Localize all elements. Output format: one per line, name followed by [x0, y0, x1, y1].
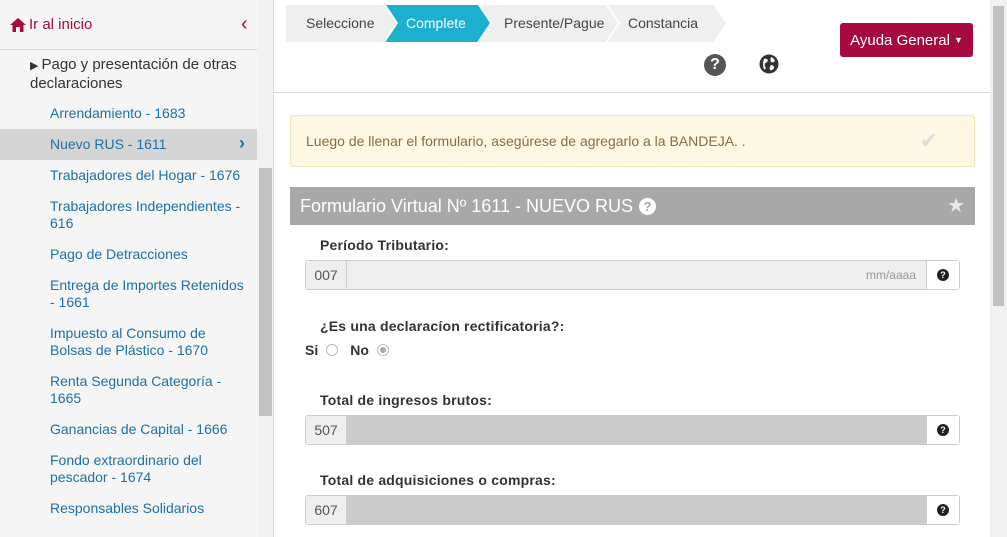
question-circle-icon: ? — [937, 424, 949, 436]
sidebar-item[interactable]: Impuesto al Consumo de Bolsas de Plástic… — [0, 318, 257, 366]
ayuda-general-button[interactable]: Ayuda General ▼ — [840, 23, 973, 57]
sidebar-item-label: Ganancias de Capital - 1666 — [50, 421, 228, 437]
adquisiciones-label: Total de adquisiciones o compras: — [320, 472, 556, 488]
home-icon — [10, 17, 26, 32]
periodo-label: Período Tributario: — [320, 237, 450, 253]
question-circle-icon[interactable]: ? — [704, 54, 726, 76]
ingresos-input[interactable] — [347, 416, 926, 444]
home-link[interactable]: Ir al inicio — [10, 16, 92, 33]
sidebar-item[interactable]: Arrendamiento - 1683 — [0, 98, 257, 129]
form-title: Formulario Virtual Nº 1611 - NUEVO RUS — [300, 196, 634, 216]
periodo-code: 007 — [306, 261, 347, 289]
alert-message: Luego de llenar el formulario, asegúrese… — [306, 133, 746, 149]
sidebar-item[interactable]: Fondo extraordinario del pescador - 1674 — [0, 445, 257, 493]
wizard-step-constancia[interactable]: Constancia — [608, 5, 726, 42]
main-content: Seleccione Complete Presente/Pague Const… — [274, 0, 990, 537]
sidebar-scrollbar-thumb[interactable] — [259, 168, 272, 416]
sidebar-item-label: Pago de Detracciones — [50, 246, 188, 262]
sidebar-item-label: Nuevo RUS - 1611 — [50, 136, 167, 152]
sidebar-item[interactable]: Nuevo RUS - 1611 › — [0, 129, 257, 160]
sidebar-item-label: Arrendamiento - 1683 — [50, 105, 186, 121]
periodo-input[interactable]: mm/aaaa — [347, 261, 926, 289]
sidebar: Ir al inicio ‹ ▶ Pago y presentación de o… — [0, 0, 274, 537]
divider — [274, 92, 990, 93]
periodo-help-button[interactable]: ? — [926, 261, 959, 289]
ingresos-label: Total de ingresos brutos: — [320, 392, 492, 408]
chevron-right-icon: › — [239, 133, 245, 153]
chevron-left-icon[interactable]: ‹ — [241, 14, 248, 34]
globe-icon[interactable] — [759, 54, 779, 74]
rectificatoria-label: ¿Es una declaracíon rectificatoria?: — [320, 318, 565, 334]
sidebar-item-label: Renta Segunda Categoría - 1665 — [50, 373, 222, 406]
question-circle-icon: ? — [937, 504, 949, 516]
sidebar-header: Ir al inicio ‹ — [0, 0, 273, 50]
sidebar-item-label: Entrega de Importes Retenidos - 1661 — [50, 277, 244, 310]
sidebar-item[interactable]: Trabajadores Independientes - 616 — [0, 191, 257, 239]
option-no-radio[interactable] — [376, 344, 389, 356]
sidebar-item-label: Trabajadores Independientes - 616 — [50, 198, 241, 231]
page-scrollbar-thumb[interactable] — [993, 6, 1004, 306]
question-circle-icon: ? — [937, 269, 949, 281]
adquisiciones-help-button[interactable]: ? — [926, 496, 959, 524]
sidebar-item-label: Trabajadores del Hogar - 1676 — [50, 167, 241, 183]
wizard-step-seleccione[interactable]: Seleccione — [286, 5, 396, 42]
adquisiciones-field: 607 ? — [305, 495, 960, 525]
ingresos-field: 507 ? — [305, 415, 960, 445]
sidebar-item-label: Responsables Solidarios — [50, 500, 205, 516]
wizard-steps: Seleccione Complete Presente/Pague Const… — [286, 5, 726, 42]
sidebar-scrollbar[interactable] — [257, 0, 273, 537]
adquisiciones-input[interactable] — [347, 496, 926, 524]
question-circle-icon[interactable]: ? — [639, 198, 657, 215]
wizard-step-complete[interactable]: Complete — [386, 5, 490, 42]
sidebar-item[interactable]: Entrega de Importes Retenidos - 1661 — [0, 270, 257, 318]
home-link-label: Ir al inicio — [29, 16, 93, 33]
adquisiciones-code: 607 — [306, 496, 347, 524]
caret-down-icon: ▼ — [953, 35, 963, 45]
wizard-step-presente-pague[interactable]: Presente/Pague — [480, 5, 618, 42]
sidebar-item-label: Fondo extraordinario del pescador - 1674 — [50, 452, 202, 485]
sidebar-item[interactable]: Pago de Detracciones — [0, 239, 257, 270]
star-icon[interactable]: ★ — [947, 187, 965, 225]
sidebar-item[interactable]: Ganancias de Capital - 1666 — [0, 414, 257, 445]
sidebar-section-title[interactable]: ▶ Pago y presentación de otras declaracio… — [30, 56, 250, 93]
page-scrollbar[interactable] — [990, 0, 1007, 537]
ingresos-code: 507 — [306, 416, 347, 444]
sidebar-item[interactable]: Renta Segunda Categoría - 1665 — [0, 366, 257, 414]
check-icon: ✔ — [919, 128, 938, 153]
option-si-label: Si — [305, 342, 319, 358]
info-alert: Luego de llenar el formulario, asegúrese… — [290, 115, 975, 167]
periodo-field: 007 mm/aaaa ? — [305, 260, 960, 290]
sidebar-item[interactable]: Trabajadores del Hogar - 1676 — [0, 160, 257, 191]
form-title-bar: Formulario Virtual Nº 1611 - NUEVO RUS? … — [290, 187, 975, 225]
option-si-radio[interactable] — [326, 344, 339, 356]
option-no-label: No — [350, 342, 369, 358]
rectificatoria-options: Si No — [305, 342, 401, 358]
sidebar-item-label: Impuesto al Consumo de Bolsas de Plástic… — [50, 325, 208, 358]
ingresos-help-button[interactable]: ? — [926, 416, 959, 444]
sidebar-item[interactable]: Responsables Solidarios — [0, 493, 257, 524]
triangle-right-icon: ▶ — [30, 60, 39, 72]
sidebar-menu: Arrendamiento - 1683 Nuevo RUS - 1611 › Tra… — [0, 98, 257, 524]
